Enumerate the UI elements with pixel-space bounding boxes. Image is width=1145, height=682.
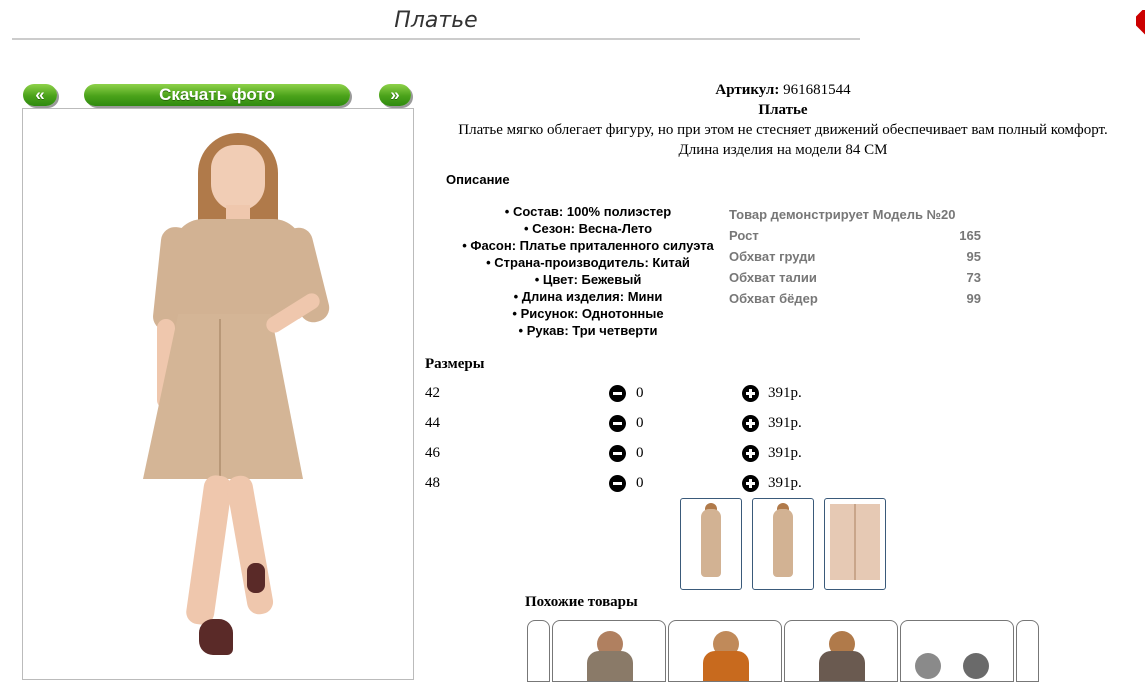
size-quantity: 0	[636, 475, 644, 491]
model-row: Обхват талии 73	[729, 267, 981, 288]
size-price: 391р.	[768, 475, 802, 491]
model-row-label: Обхват груди	[729, 249, 816, 264]
size-price: 391р.	[768, 445, 802, 461]
property-item: Состав: 100% полиэстер	[440, 203, 736, 220]
model-row-value: 73	[966, 270, 981, 285]
size-quantity: 0	[636, 385, 644, 401]
similar-product-card[interactable]	[784, 620, 898, 682]
model-row-value: 165	[959, 228, 981, 243]
similar-product-head	[915, 653, 941, 679]
article-label: Артикул:	[715, 82, 780, 98]
sizes-heading: Размеры	[425, 356, 485, 372]
model-shoe-right	[247, 563, 265, 593]
next-photo-button[interactable]: »	[379, 84, 411, 106]
model-leg-right	[225, 473, 275, 617]
model-face	[211, 145, 265, 211]
article-line: Артикул: 961681544	[414, 80, 1145, 100]
similar-scroll-right[interactable]	[1016, 620, 1039, 682]
download-photo-button[interactable]: Скачать фото	[84, 84, 350, 106]
minus-icon[interactable]	[609, 415, 626, 432]
similar-product-dress	[703, 651, 749, 681]
product-name: Платье	[758, 102, 808, 118]
similar-product-card[interactable]	[552, 620, 666, 682]
size-price: 391р.	[768, 385, 802, 401]
similar-product-card[interactable]	[668, 620, 782, 682]
photo-thumbnail[interactable]	[680, 498, 742, 590]
size-label: 46	[425, 445, 440, 461]
minus-icon[interactable]	[609, 445, 626, 462]
product-length-note: Длина изделия на модели 84 СМ	[678, 142, 888, 158]
photo-thumbnail[interactable]	[824, 498, 886, 590]
model-row-value: 99	[966, 291, 981, 306]
thumbnail-figure	[701, 509, 721, 577]
similar-scroll-left[interactable]	[527, 620, 550, 682]
size-label: 42	[425, 385, 440, 401]
model-row: Рост 165	[729, 225, 981, 246]
property-item: Длина изделия: Мини	[440, 288, 736, 305]
property-item: Страна-производитель: Китай	[440, 254, 736, 271]
minus-icon[interactable]	[609, 385, 626, 402]
model-row: Обхват бёдер 99	[729, 288, 981, 309]
description-heading: Описание	[446, 172, 510, 187]
size-quantity: 0	[636, 415, 644, 431]
model-row-value: 95	[966, 249, 981, 264]
model-measurements: Товар демонстрирует Модель №20 Рост 165 О…	[729, 204, 981, 309]
model-row-label: Обхват талии	[729, 270, 817, 285]
size-row: 42 0 391р.	[425, 385, 825, 415]
model-row-label: Рост	[729, 228, 759, 243]
dress-pleat	[219, 319, 221, 477]
size-row: 46 0 391р.	[425, 445, 825, 475]
similar-product-card[interactable]	[900, 620, 1014, 682]
close-icon[interactable]	[1136, 10, 1145, 36]
property-item: Фасон: Платье приталенного силуэта	[440, 237, 736, 254]
model-shoe-left	[199, 619, 233, 655]
property-item: Рисунок: Однотонные	[440, 305, 736, 322]
model-heading: Товар демонстрирует Модель №20	[729, 207, 956, 222]
property-item: Цвет: Бежевый	[440, 271, 736, 288]
properties-list: Состав: 100% полиэстер Сезон: Весна-Лето…	[440, 203, 736, 339]
plus-icon[interactable]	[742, 475, 759, 492]
photo-thumbnail[interactable]	[752, 498, 814, 590]
size-quantity: 0	[636, 445, 644, 461]
property-item: Сезон: Весна-Лето	[440, 220, 736, 237]
size-row: 44 0 391р.	[425, 415, 825, 445]
similar-product-dress	[819, 651, 865, 681]
page-title: Платье	[12, 6, 860, 40]
similar-product-head	[963, 653, 989, 679]
thumbnail-figure	[773, 509, 793, 577]
thumbnail-fabric-detail	[830, 504, 880, 580]
similar-products-heading: Похожие товары	[525, 594, 638, 610]
dress-bodice	[173, 219, 303, 319]
main-product-photo[interactable]	[22, 108, 414, 680]
prev-photo-button[interactable]: «	[23, 84, 57, 106]
size-label: 48	[425, 475, 440, 491]
product-info: Артикул: 961681544 Платье Платье мягко о…	[414, 80, 1145, 160]
plus-icon[interactable]	[742, 415, 759, 432]
model-row-label: Обхват бёдер	[729, 291, 818, 306]
size-price: 391р.	[768, 415, 802, 431]
model-row: Обхват груди 95	[729, 246, 981, 267]
model-leg-left	[184, 473, 234, 627]
plus-icon[interactable]	[742, 445, 759, 462]
product-description: Платье мягко облегает фигуру, но при это…	[458, 122, 1108, 138]
minus-icon[interactable]	[609, 475, 626, 492]
plus-icon[interactable]	[742, 385, 759, 402]
size-label: 44	[425, 415, 440, 431]
article-value: 961681544	[783, 82, 851, 98]
property-item: Рукав: Три четверти	[440, 322, 736, 339]
similar-product-dress	[587, 651, 633, 681]
